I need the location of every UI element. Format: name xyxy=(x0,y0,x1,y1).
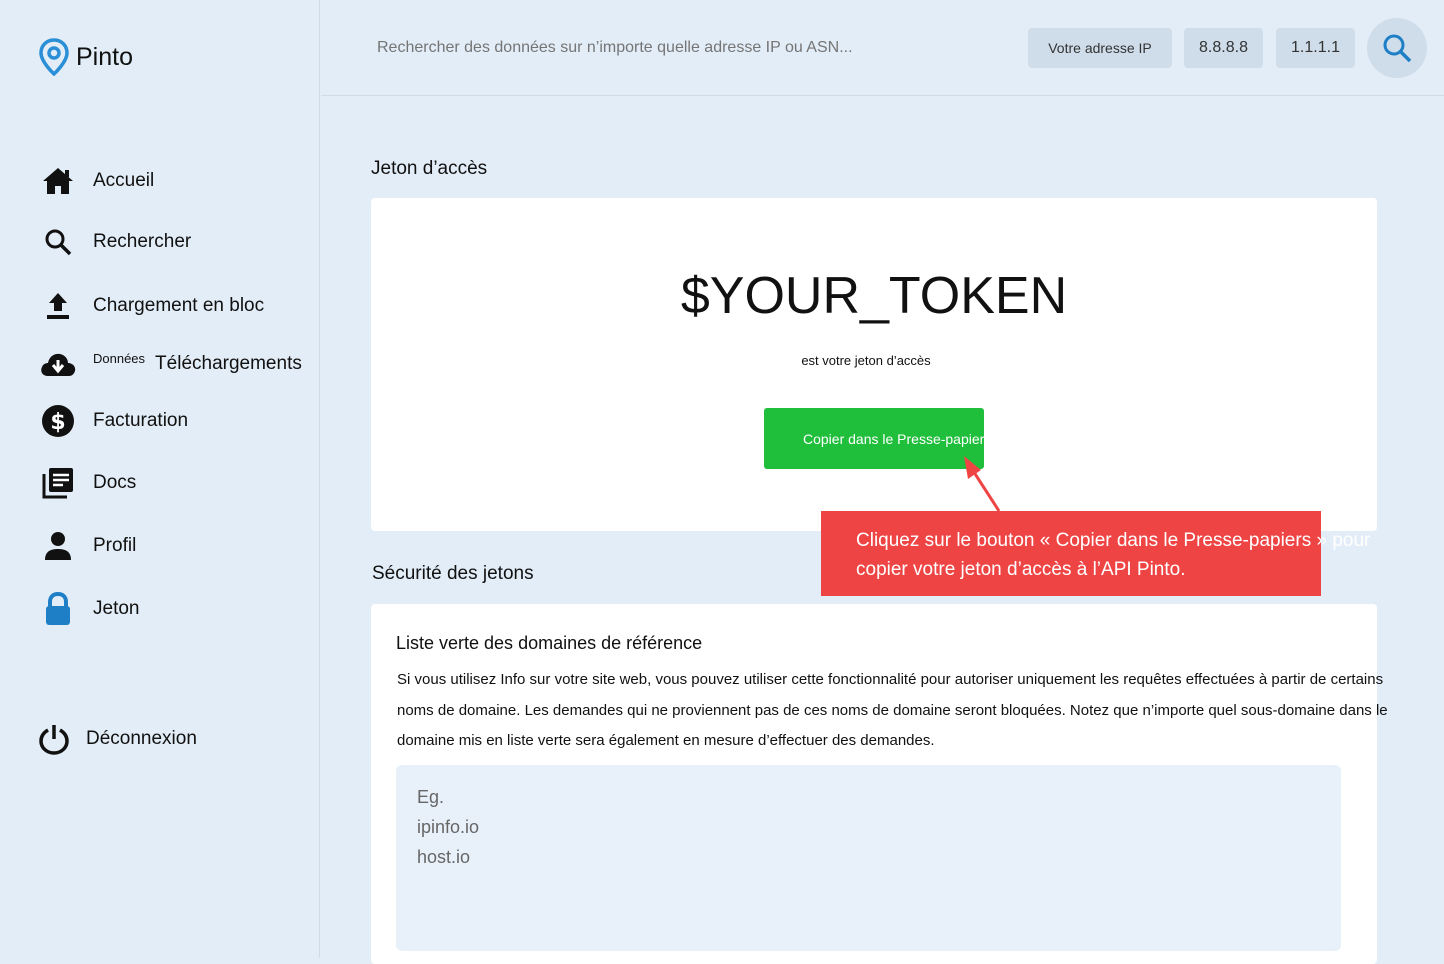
token-card: $YOUR_TOKEN est votre jeton d’accès Copi… xyxy=(371,198,1377,531)
search-button[interactable] xyxy=(1367,18,1427,78)
dollar-icon: $ xyxy=(38,401,78,441)
home-icon xyxy=(38,161,78,201)
logo[interactable]: Pinto xyxy=(38,38,133,76)
sidebar-item-label: Chargement en bloc xyxy=(93,295,265,316)
sidebar-item-facturation[interactable]: $ Facturation xyxy=(38,401,188,441)
app-name: Pinto xyxy=(76,42,133,71)
callout-text: Cliquez sur le bouton « Copier dans le P… xyxy=(856,530,1371,580)
token-section-title: Jeton d’accès xyxy=(371,158,488,179)
chip-8888[interactable]: 8.8.8.8 xyxy=(1184,28,1263,68)
search-icon xyxy=(1383,34,1412,63)
whitelist-description: Si vous utilisez Info sur votre site web… xyxy=(397,671,1388,749)
svg-text:$: $ xyxy=(50,410,65,435)
access-token: $YOUR_TOKEN xyxy=(680,267,1068,325)
logout-button[interactable]: Déconnexion xyxy=(34,719,197,759)
copy-button-label: Copier dans le Presse-papiers xyxy=(803,430,984,447)
sidebar-item-label: Facturation xyxy=(93,410,189,431)
placeholder-line: Eg. xyxy=(417,787,445,807)
upload-icon xyxy=(38,286,78,326)
search-icon xyxy=(38,222,78,262)
security-section-title: Sécurité des jetons xyxy=(372,563,534,584)
docs-icon xyxy=(38,463,78,503)
search-input[interactable] xyxy=(375,38,999,58)
sidebar: Pinto Accueil Rechercher Chargement en b… xyxy=(0,0,320,958)
topbar: Votre adresse IP 8.8.8.8 1.1.1.1 xyxy=(321,0,1444,96)
sidebar-item-prefix: Données xyxy=(93,350,146,366)
location-pin-icon xyxy=(39,38,69,76)
power-icon xyxy=(34,719,74,759)
chip-your-ip[interactable]: Votre adresse IP xyxy=(1028,28,1172,68)
chip-1111[interactable]: 1.1.1.1 xyxy=(1276,28,1355,68)
sidebar-item-jeton[interactable]: Jeton xyxy=(38,589,139,629)
lock-icon xyxy=(38,589,78,629)
security-card: Liste verte des domaines de référence Si… xyxy=(371,604,1388,964)
sidebar-item-chargement[interactable]: Chargement en bloc xyxy=(38,286,264,326)
sidebar-item-profil[interactable]: Profil xyxy=(38,526,136,566)
sidebar-item-accueil[interactable]: Accueil xyxy=(38,161,154,201)
sidebar-item-label: Rechercher xyxy=(93,231,192,252)
copy-to-clipboard-button[interactable]: Copier dans le Presse-papiers xyxy=(764,408,984,469)
sidebar-item-label: Accueil xyxy=(93,170,155,191)
sidebar-item-label: Profil xyxy=(93,535,137,556)
placeholder-line: ipinfo.io xyxy=(417,817,480,837)
cloud-download-icon xyxy=(38,344,78,384)
callout-annotation: Cliquez sur le bouton « Copier dans le P… xyxy=(821,511,1370,596)
token-subtitle: est votre jeton d’accès xyxy=(801,353,931,368)
sidebar-item-label: Docs xyxy=(93,472,137,493)
domain-whitelist-textarea[interactable]: Eg. ipinfo.io host.io xyxy=(396,765,1341,951)
person-icon xyxy=(38,526,78,566)
logout-label: Déconnexion xyxy=(86,728,197,749)
whitelist-title: Liste verte des domaines de référence xyxy=(396,633,703,653)
sidebar-item-label: Téléchargements xyxy=(155,353,302,374)
sidebar-item-telechargements[interactable]: Données Téléchargements xyxy=(38,344,302,384)
placeholder-line: host.io xyxy=(417,847,471,867)
sidebar-item-label: Jeton xyxy=(93,598,140,619)
sidebar-item-rechercher[interactable]: Rechercher xyxy=(38,222,191,262)
sidebar-item-docs[interactable]: Docs xyxy=(38,463,136,503)
